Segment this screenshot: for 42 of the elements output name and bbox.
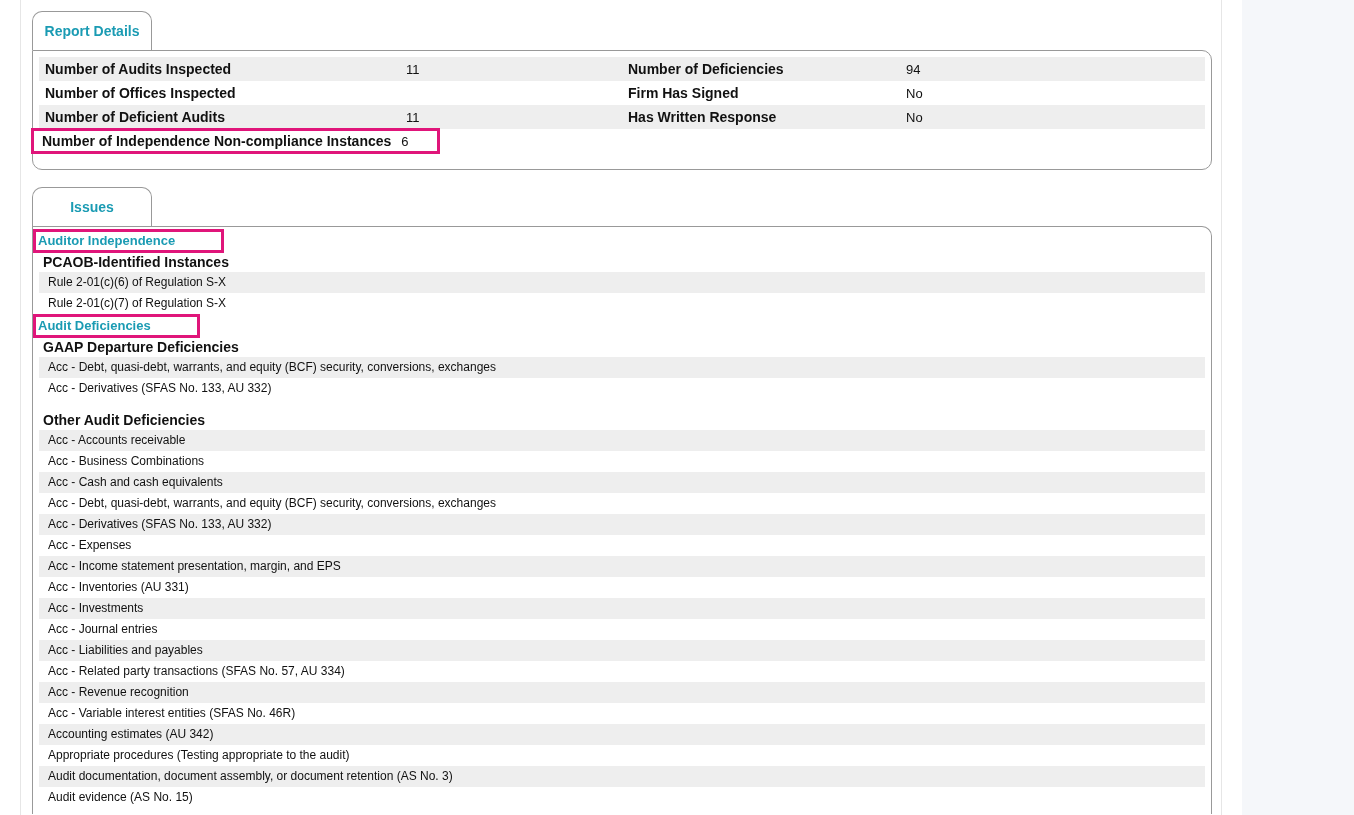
field-label: Number of Offices Inspected — [44, 85, 237, 101]
issue-row-text: Acc - Business Combinations — [47, 453, 206, 470]
issue-row: Audit documentation, document assembly, or document retention (AS No. 3) — [39, 766, 1205, 787]
group-title: Other Audit Deficiencies — [42, 411, 207, 430]
field-value: 6 — [401, 133, 410, 149]
field-value: 11 — [406, 61, 420, 77]
issue-row-text: Appropriate procedures (Testing appropriate to the audit) — [47, 747, 351, 764]
report-details-tab[interactable]: Report Details — [32, 11, 152, 50]
issue-row-text: Audit evidence (AS No. 15) — [47, 789, 194, 806]
issue-row: Acc - Investments — [39, 598, 1205, 619]
issue-row: Acc - Revenue recognition — [39, 682, 1205, 703]
field-label: Has Written Response — [627, 109, 778, 125]
issue-row-text: Rule 2-01(c)(7) of Regulation S-X — [47, 295, 228, 312]
section-heading: Auditor Independence — [33, 229, 225, 253]
field-value: No — [906, 85, 923, 101]
issue-row-text: Acc - Related party transactions (SFAS No. 57, AU 334) — [47, 663, 346, 680]
group-title: PCAOB-Identified Instances — [42, 253, 230, 272]
field-value: 11 — [406, 109, 420, 125]
issue-row: Acc - Income statement presentation, margin, and EPS — [39, 556, 1205, 577]
issue-row: Acc - Cash and cash equivalents — [39, 472, 1205, 493]
issue-row-text: Acc - Debt, quasi-debt, warrants, and equity (BCF) security, conversions, exchanges — [47, 495, 497, 512]
issue-row: Acc - Liabilities and payables — [39, 640, 1205, 661]
field-value: 94 — [906, 61, 921, 77]
issue-row: Acc - Debt, quasi-debt, warrants, and equity (BCF) security, conversions, exchanges — [39, 357, 1205, 378]
issue-row: Acc - Accounts receivable — [39, 430, 1205, 451]
issue-row-text: Acc - Expenses — [47, 537, 133, 554]
issue-row-text: Acc - Variable interest entities (SFAS No. 46R) — [47, 705, 297, 722]
field-label: Number of Deficient Audits — [44, 109, 226, 125]
field-value: No — [906, 109, 923, 125]
issue-row: Acc - Derivatives (SFAS No. 133, AU 332) — [39, 514, 1205, 535]
field-label: Number of Deficiencies — [627, 61, 785, 77]
issues-tab[interactable]: Issues — [32, 187, 152, 226]
field-label: Firm Has Signed — [627, 85, 740, 101]
field-label: Number of Audits Inspected — [44, 61, 233, 77]
field-label: Number of Independence Non-compliance Instances — [41, 133, 392, 149]
issue-row-text: Acc - Inventories (AU 331) — [47, 579, 190, 596]
issue-row: Accounting estimates (AU 342) — [39, 724, 1205, 745]
issue-row-text: Acc - Journal entries — [47, 621, 159, 638]
issue-row-text: Acc - Derivatives (SFAS No. 133, AU 332) — [47, 380, 273, 397]
group-title: GAAP Departure Deficiencies — [42, 338, 240, 357]
issue-row: Rule 2-01(c)(6) of Regulation S-X — [39, 272, 1205, 293]
section-heading: Audit Deficiencies — [33, 314, 200, 338]
